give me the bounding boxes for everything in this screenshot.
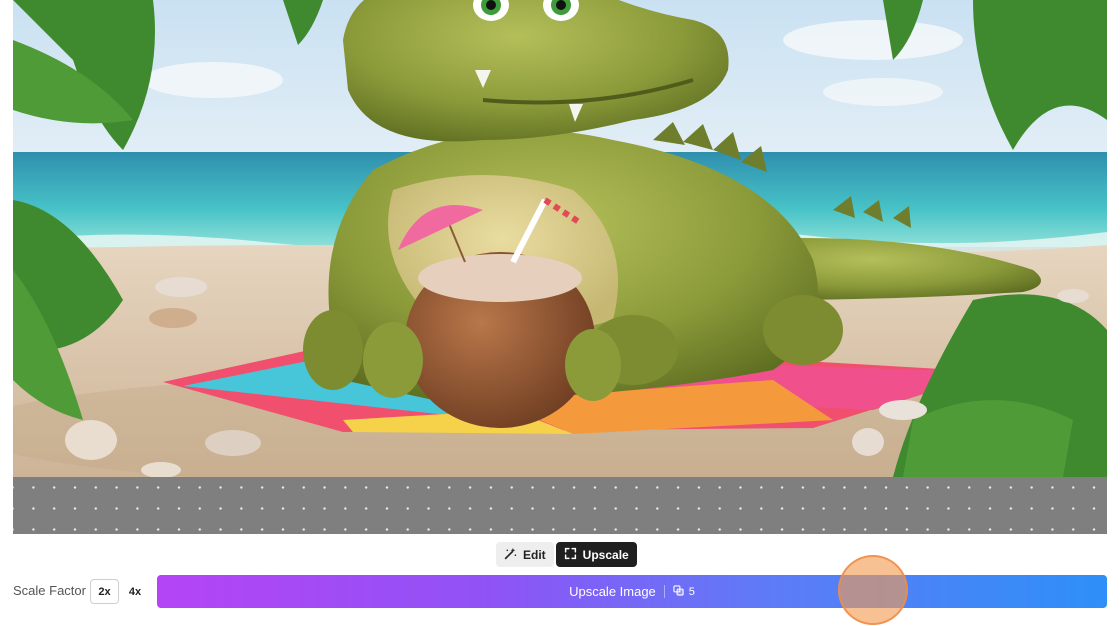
scale-4x-button[interactable]: 4x xyxy=(123,579,147,604)
image-preview xyxy=(13,0,1107,534)
mode-upscale-label: Upscale xyxy=(582,547,629,562)
divider xyxy=(663,585,665,598)
scale-factor-label: Scale Factor xyxy=(13,583,86,598)
upscale-editor: Edit Upscale Scale Factor 2x 4x Upscale … xyxy=(0,0,1120,626)
mode-edit-label: Edit xyxy=(523,547,546,562)
scale-2x-button[interactable]: 2x xyxy=(90,579,119,604)
mode-toggle: Edit Upscale xyxy=(496,542,637,567)
mode-edit-button[interactable]: Edit xyxy=(496,542,554,567)
expand-icon xyxy=(564,547,577,563)
image-crocodile-beach xyxy=(13,0,1107,477)
upscale-image-button[interactable]: Upscale Image 5 xyxy=(157,575,1107,608)
credits-icon xyxy=(673,584,684,599)
magic-wand-icon xyxy=(504,547,517,563)
credit-count: 5 xyxy=(688,585,695,598)
credit-cost: 5 xyxy=(673,584,695,599)
upscale-image-label: Upscale Image xyxy=(569,584,656,599)
mode-upscale-button[interactable]: Upscale xyxy=(555,542,637,567)
transparent-padding-area xyxy=(13,477,1107,534)
